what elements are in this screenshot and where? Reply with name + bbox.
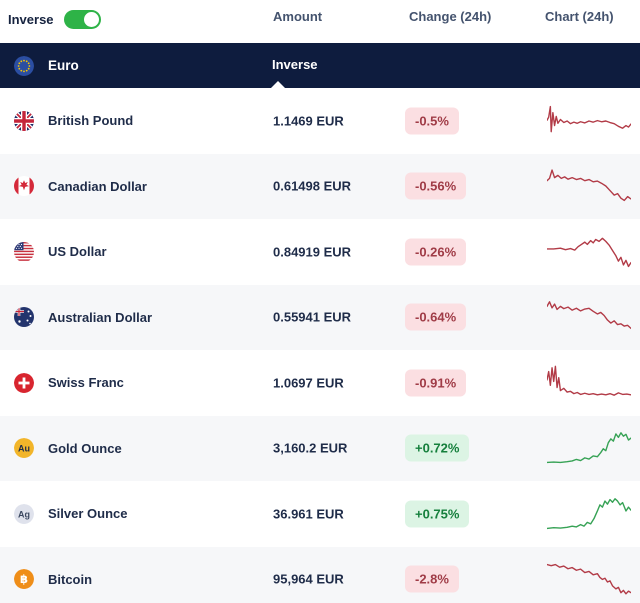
base-currency-bar: Euro Inverse bbox=[0, 43, 640, 88]
column-header-amount: Amount bbox=[273, 9, 322, 24]
currency-name: Gold Ounce bbox=[48, 441, 122, 456]
table-row[interactable]: Canadian Dollar 0.61498 EUR -0.56% bbox=[0, 154, 640, 220]
sparkline-chart bbox=[547, 298, 631, 336]
column-header-chart: Chart (24h) bbox=[545, 9, 614, 24]
currency-cell: Swiss Franc bbox=[14, 350, 124, 416]
amount-value: 1.1469 EUR bbox=[273, 113, 344, 128]
inverse-toggle[interactable] bbox=[64, 10, 101, 29]
currency-name: Silver Ounce bbox=[48, 506, 127, 521]
sparkline-chart bbox=[547, 429, 631, 467]
sparkline-chart bbox=[547, 233, 631, 271]
table-row[interactable]: Ag Silver Ounce 36.961 EUR +0.75% bbox=[0, 481, 640, 547]
svg-text:Au: Au bbox=[18, 444, 30, 454]
currency-cell: US Dollar bbox=[14, 219, 107, 285]
btc-icon: ฿ bbox=[14, 569, 34, 589]
table-row[interactable]: Swiss Franc 1.0697 EUR -0.91% bbox=[0, 350, 640, 416]
sparkline-chart bbox=[547, 167, 631, 205]
table-row[interactable]: Au Gold Ounce 3,160.2 EUR +0.72% bbox=[0, 416, 640, 482]
change-badge: +0.72% bbox=[405, 435, 469, 462]
table-header: Inverse Amount Change (24h) Chart (24h) bbox=[0, 0, 640, 43]
gb-flag-icon bbox=[14, 111, 34, 131]
sparkline-chart bbox=[547, 560, 631, 598]
currency-cell: Australian Dollar bbox=[14, 285, 152, 351]
change-badge: -0.5% bbox=[405, 107, 459, 134]
column-header-change: Change (24h) bbox=[409, 9, 491, 24]
base-currency-name: Euro bbox=[48, 58, 79, 73]
currency-cell: Ag Silver Ounce bbox=[14, 481, 127, 547]
table-row[interactable]: ฿ Bitcoin 95,964 EUR -2.8% bbox=[0, 547, 640, 603]
currency-cell: Canadian Dollar bbox=[14, 154, 147, 220]
change-badge: -2.8% bbox=[405, 566, 459, 593]
currency-name: US Dollar bbox=[48, 244, 107, 259]
amount-value: 95,964 EUR bbox=[273, 572, 344, 587]
caret-up-icon bbox=[271, 81, 285, 88]
change-badge: -0.91% bbox=[405, 369, 466, 396]
svg-text:Ag: Ag bbox=[18, 509, 30, 519]
inverse-control: Inverse bbox=[8, 10, 101, 29]
table-row[interactable]: British Pound 1.1469 EUR -0.5% bbox=[0, 88, 640, 154]
eu-flag-icon bbox=[14, 56, 34, 76]
sparkline-chart bbox=[547, 364, 631, 402]
change-badge: +0.75% bbox=[405, 500, 469, 527]
svg-text:฿: ฿ bbox=[20, 572, 28, 586]
table-row[interactable]: Australian Dollar 0.55941 EUR -0.64% bbox=[0, 285, 640, 351]
change-badge: -0.56% bbox=[405, 173, 466, 200]
currency-rows: British Pound 1.1469 EUR -0.5% Canadian … bbox=[0, 88, 640, 603]
currency-cell: ฿ Bitcoin bbox=[14, 547, 92, 603]
inverse-label: Inverse bbox=[8, 12, 54, 27]
us-flag-icon bbox=[14, 242, 34, 262]
change-badge: -0.26% bbox=[405, 238, 466, 265]
base-currency: Euro bbox=[14, 43, 79, 88]
ca-flag-icon bbox=[14, 176, 34, 196]
table-row[interactable]: US Dollar 0.84919 EUR -0.26% bbox=[0, 219, 640, 285]
currency-name: Australian Dollar bbox=[48, 310, 152, 325]
amount-value: 0.61498 EUR bbox=[273, 179, 351, 194]
currency-cell: British Pound bbox=[14, 88, 133, 154]
ch-flag-icon bbox=[14, 373, 34, 393]
currency-name: Swiss Franc bbox=[48, 375, 124, 390]
currency-name: Bitcoin bbox=[48, 572, 92, 587]
toggle-knob-icon bbox=[84, 12, 99, 27]
currency-cell: Au Gold Ounce bbox=[14, 416, 122, 482]
silver-ag-icon: Ag bbox=[14, 504, 34, 524]
amount-value: 3,160.2 EUR bbox=[273, 441, 347, 456]
currency-name: British Pound bbox=[48, 113, 133, 128]
change-badge: -0.64% bbox=[405, 304, 466, 331]
gold-au-icon: Au bbox=[14, 438, 34, 458]
amount-value: 36.961 EUR bbox=[273, 506, 344, 521]
currency-name: Canadian Dollar bbox=[48, 179, 147, 194]
base-inverse-column-label: Inverse bbox=[272, 57, 318, 72]
sparkline-chart bbox=[547, 102, 631, 140]
sparkline-chart bbox=[547, 495, 631, 533]
au-flag-icon bbox=[14, 307, 34, 327]
amount-value: 0.84919 EUR bbox=[273, 244, 351, 259]
currency-table-app: Inverse Amount Change (24h) Chart (24h) … bbox=[0, 0, 640, 603]
amount-value: 0.55941 EUR bbox=[273, 310, 351, 325]
amount-value: 1.0697 EUR bbox=[273, 375, 344, 390]
